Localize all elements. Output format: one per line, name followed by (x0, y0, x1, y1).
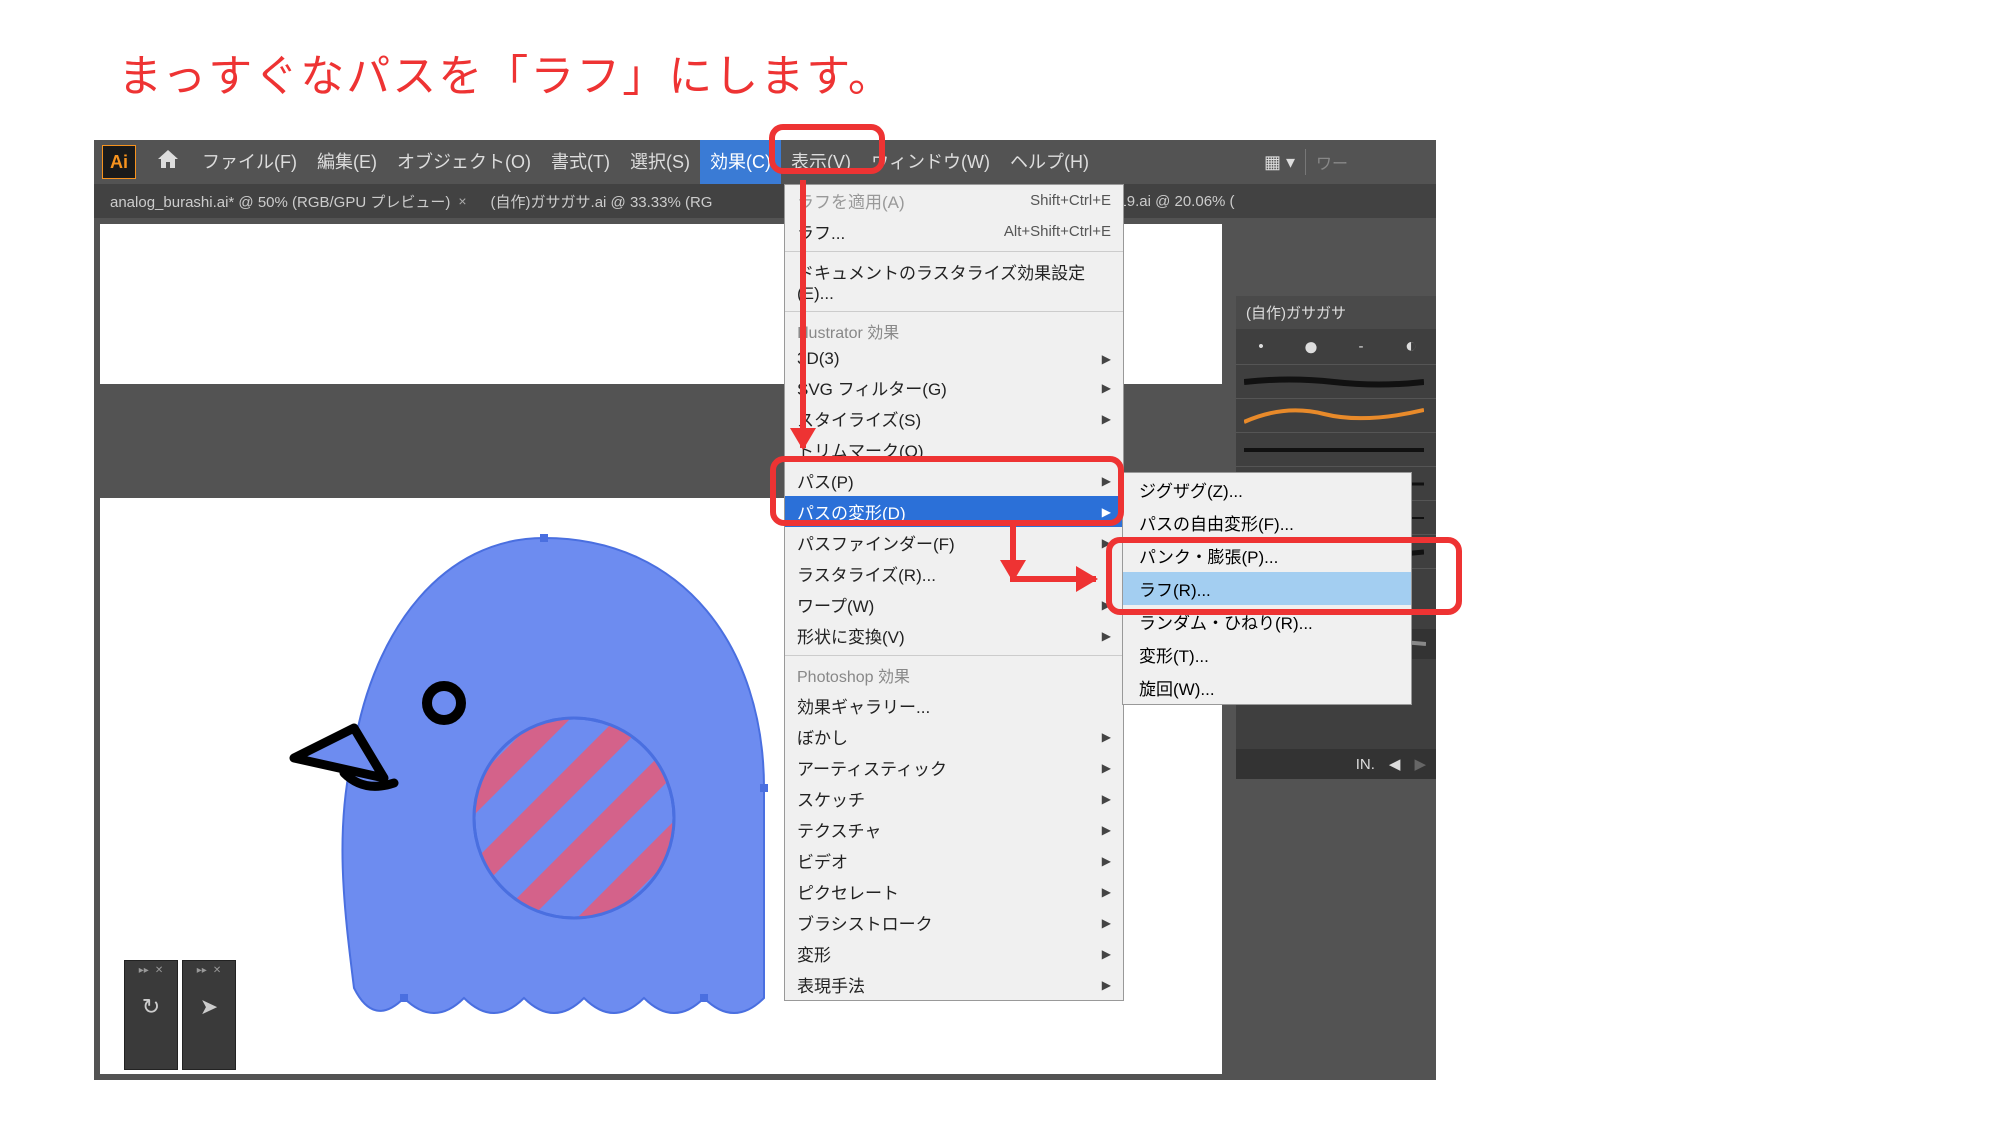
menu-distort-transform[interactable]: パスの変形(D)▶ (785, 496, 1123, 527)
menu-svg-filter[interactable]: SVG フィルター(G)▶ (785, 372, 1123, 403)
brush-stroke-2[interactable] (1236, 399, 1436, 433)
menu-path[interactable]: パス(P)▶ (785, 465, 1123, 496)
panel-nav: IN. ◀ ▶ (1236, 749, 1436, 779)
close-icon[interactable]: × (458, 193, 466, 209)
menu-3d[interactable]: 3D(3)▶ (785, 346, 1123, 372)
submenu-tweak[interactable]: ランダム・ひねり(R)... (1123, 605, 1411, 638)
menu-trim[interactable]: トリムマーク(O) (785, 434, 1123, 465)
menu-pathfinder[interactable]: パスファインダー(F)▶ (785, 527, 1123, 558)
menubar: Ai ファイル(F) 編集(E) オブジェクト(O) 書式(T) 選択(S) 効… (94, 140, 1436, 184)
search-input[interactable]: ワー (1316, 150, 1426, 174)
menu-blur[interactable]: ぼかし▶ (785, 721, 1123, 752)
menu-help[interactable]: ヘルプ(H) (1000, 140, 1099, 184)
menu-video[interactable]: ビデオ▶ (785, 845, 1123, 876)
menu-edit[interactable]: 編集(E) (307, 140, 387, 184)
distort-submenu: ジグザグ(Z)... パスの自由変形(F)... パンク・膨張(P)... ラフ… (1122, 472, 1412, 705)
cursor-icon: ➤ (200, 994, 218, 1020)
menu-view[interactable]: 表示(V) (781, 140, 861, 184)
menu-window[interactable]: ウィンドウ(W) (861, 140, 1000, 184)
menu-apply-last: ラフを適用(A)Shift+Ctrl+E (785, 185, 1123, 216)
submenu-transform[interactable]: 変形(T)... (1123, 638, 1411, 671)
menu-distort-ps[interactable]: 変形▶ (785, 938, 1123, 969)
submenu-zigzag[interactable]: ジグザグ(Z)... (1123, 473, 1411, 506)
brush-stroke-1[interactable] (1236, 365, 1436, 399)
undo-icon: ↻ (142, 994, 160, 1020)
submenu-free-distort[interactable]: パスの自由変形(F)... (1123, 506, 1411, 539)
tab-1[interactable]: (自作)ガサガサ.ai @ 33.33% (RG (485, 191, 719, 212)
header-photoshop: Photoshop 効果 (785, 660, 1123, 690)
menu-object[interactable]: オブジェクト(O) (387, 140, 541, 184)
bird-artwork[interactable] (264, 528, 824, 1058)
menu-rough-settings[interactable]: ラフ...Alt+Shift+Ctrl+E (785, 216, 1123, 247)
menu-select[interactable]: 選択(S) (620, 140, 700, 184)
menu-gallery[interactable]: 効果ギャラリー... (785, 690, 1123, 721)
menu-type[interactable]: 書式(T) (541, 140, 620, 184)
menu-brushstroke[interactable]: ブラシストローク▶ (785, 907, 1123, 938)
submenu-pucker[interactable]: パンク・膨張(P)... (1123, 539, 1411, 572)
menu-artistic[interactable]: アーティスティック▶ (785, 752, 1123, 783)
left-palettes: ▸▸✕ ↻ ▸▸✕ ➤ (124, 960, 236, 1070)
menu-effect[interactable]: 効果(C) (700, 140, 781, 184)
document-tabs: analog_burashi.ai* @ 50% (RGB/GPU プレビュー)… (94, 184, 1436, 218)
effect-menu: ラフを適用(A)Shift+Ctrl+E ラフ...Alt+Shift+Ctrl… (784, 184, 1124, 1001)
menu-sketch[interactable]: スケッチ▶ (785, 783, 1123, 814)
annotation-arrow-down (800, 180, 806, 448)
pathfinder-panel[interactable]: ▸▸✕ ↻ (124, 960, 178, 1070)
tab-0[interactable]: analog_burashi.ai* @ 50% (RGB/GPU プレビュー)… (104, 191, 473, 212)
next-icon[interactable]: ▶ (1414, 755, 1426, 773)
menu-file[interactable]: ファイル(F) (192, 140, 307, 184)
illustrator-window: Ai ファイル(F) 編集(E) オブジェクト(O) 書式(T) 選択(S) 効… (94, 140, 1436, 1080)
workspace-icon[interactable]: ▦ ▾ (1264, 152, 1295, 173)
menu-rasterize[interactable]: ラスタライズ(R)... (785, 558, 1123, 589)
page-heading: まっすぐなパスを「ラフ」にします。 (118, 40, 894, 104)
home-icon[interactable] (144, 150, 192, 174)
annotation-arrow-elbow (1010, 520, 1016, 580)
panel-title[interactable]: (自作)ガサガサ (1236, 296, 1436, 329)
brush-stroke-3[interactable] (1236, 433, 1436, 467)
menu-render[interactable]: 表現手法▶ (785, 969, 1123, 1000)
menu-convert-shape[interactable]: 形状に変換(V)▶ (785, 620, 1123, 651)
nav-label: IN. (1356, 756, 1375, 773)
menu-pixelate[interactable]: ピクセレート▶ (785, 876, 1123, 907)
prev-icon[interactable]: ◀ (1389, 755, 1401, 773)
header-illustrator: Illustrator 効果 (785, 316, 1123, 346)
selection-panel[interactable]: ▸▸✕ ➤ (182, 960, 236, 1070)
menu-texture[interactable]: テクスチャ▶ (785, 814, 1123, 845)
menu-doc-raster[interactable]: ドキュメントのラスタライズ効果設定(E)... (785, 256, 1123, 307)
brush-thumbnails[interactable]: •●-◐ (1236, 329, 1436, 365)
submenu-roughen[interactable]: ラフ(R)... (1123, 572, 1411, 605)
app-logo: Ai (102, 145, 136, 179)
menu-stylize[interactable]: スタイライズ(S)▶ (785, 403, 1123, 434)
menu-warp[interactable]: ワープ(W)▶ (785, 589, 1123, 620)
submenu-twist[interactable]: 旋回(W)... (1123, 671, 1411, 704)
